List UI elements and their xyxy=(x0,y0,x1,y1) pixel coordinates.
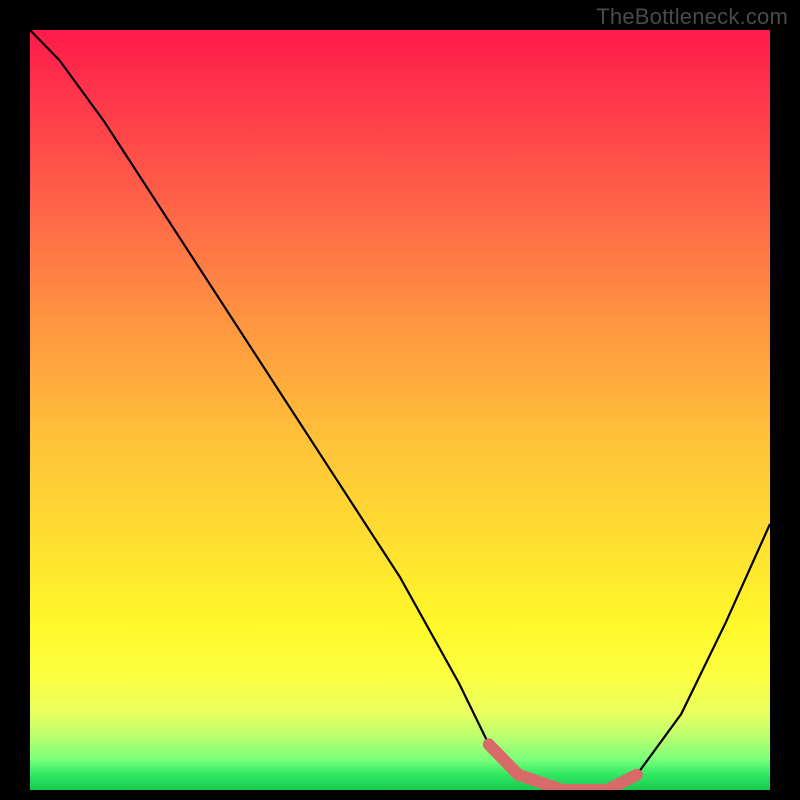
plot-area xyxy=(30,30,770,790)
watermark-text: TheBottleneck.com xyxy=(596,4,788,30)
highlight-segment xyxy=(30,30,770,790)
